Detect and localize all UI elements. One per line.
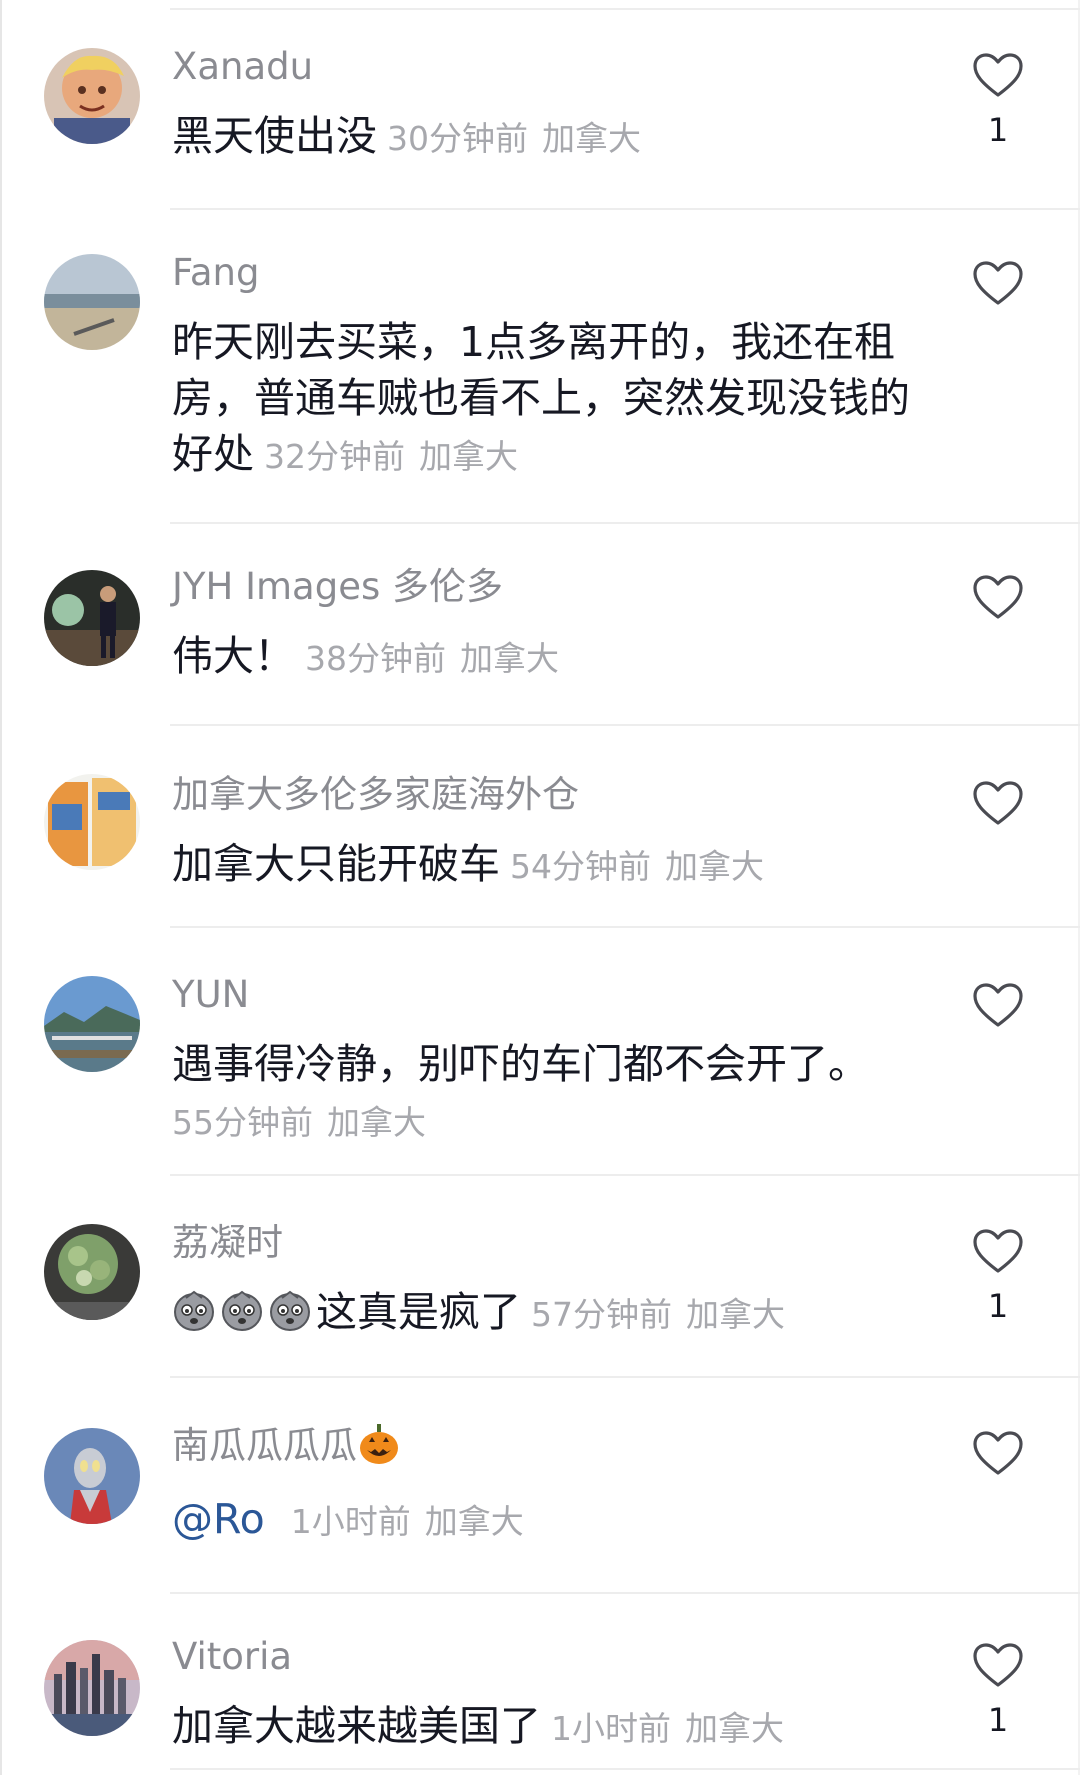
divider (170, 926, 1080, 928)
comment-content: 加拿大越来越美国了 (172, 1702, 541, 1750)
divider (170, 1376, 1080, 1378)
username[interactable]: 荔凝时 (172, 1220, 912, 1266)
comment-content: 加拿大只能开破车 (172, 840, 500, 888)
like-button[interactable]: 1 (968, 52, 1028, 148)
like-button[interactable]: 1 (968, 1642, 1028, 1738)
username[interactable]: 加拿大多伦多家庭海外仓 (172, 772, 912, 818)
like-count: 1 (987, 1701, 1009, 1739)
comment-time: 1小时前 (551, 1709, 671, 1748)
comment-time: 32分钟前 (264, 437, 405, 476)
like-button[interactable] (968, 982, 1028, 1042)
comment-content: 伟大！ (172, 632, 295, 680)
comment-text: 黑天使出没 30分钟前 加拿大 (172, 108, 912, 167)
comment-content: 这真是疯了 (316, 1288, 521, 1336)
comment-text: 昨天刚去买菜，1点多离开的，我还在租房，普通车贼也看不上，突然发现没钱的好处 32… (172, 314, 912, 485)
username[interactable]: Xanadu (172, 44, 912, 90)
city-avatar-icon[interactable] (44, 1640, 140, 1736)
comment-text: 遇事得冷静，别吓的车门都不会开了。 55分钟前 加拿大 (172, 1036, 912, 1151)
comment-time: 55分钟前 (172, 1103, 313, 1142)
comment-region: 加拿大 (419, 437, 518, 476)
divider (170, 1174, 1080, 1176)
harbor-avatar-icon[interactable] (44, 976, 140, 1072)
comment-region: 加拿大 (686, 1295, 785, 1334)
like-button[interactable] (968, 260, 1028, 320)
crying-face-emoji-icon (174, 1290, 214, 1331)
heart-icon (973, 1643, 1023, 1687)
comment-text: 加拿大只能开破车 54分钟前 加拿大 (172, 836, 912, 895)
comment-time: 30分钟前 (387, 119, 528, 158)
person-avatar-icon[interactable] (44, 570, 140, 666)
comment-region: 加拿大 (665, 847, 764, 886)
comment-text: 伟大！ 38分钟前 加拿大 (172, 628, 912, 687)
crying-face-emoji-icon (222, 1290, 262, 1331)
crying-face-emoji-icon (270, 1290, 310, 1331)
heart-icon (973, 261, 1023, 305)
like-button[interactable] (968, 1430, 1028, 1490)
anime-avatar-icon[interactable] (44, 48, 140, 144)
beach-avatar-icon[interactable] (44, 254, 140, 350)
like-count: 1 (987, 111, 1009, 149)
username[interactable]: 南瓜瓜瓜瓜 (172, 1422, 912, 1469)
divider (170, 1768, 1080, 1770)
like-button[interactable] (968, 780, 1028, 840)
mention-link[interactable]: @Ro (172, 1495, 265, 1543)
comment-region: 加拿大 (327, 1103, 426, 1142)
divider (170, 208, 1080, 210)
username[interactable]: JYH Images 多伦多 (172, 564, 912, 610)
username[interactable]: Vitoria (172, 1634, 912, 1680)
heart-icon (973, 1431, 1023, 1475)
comment-region: 加拿大 (685, 1709, 784, 1748)
divider (170, 8, 1080, 10)
bouquet-avatar-icon[interactable] (44, 1224, 140, 1320)
comment-region: 加拿大 (424, 1502, 524, 1541)
like-button[interactable] (968, 574, 1028, 634)
comment-time: 57分钟前 (531, 1295, 672, 1334)
comment-region: 加拿大 (460, 639, 559, 678)
products-avatar-icon[interactable] (44, 774, 140, 870)
comment-time: 1小时前 (290, 1502, 411, 1541)
username[interactable]: YUN (172, 972, 912, 1018)
divider (170, 522, 1080, 524)
comment-content: 黑天使出没 (172, 112, 377, 160)
comment-text: @Ro 1小时前 加拿大 (172, 1491, 912, 1550)
heart-icon (973, 781, 1023, 825)
comment-region: 加拿大 (542, 119, 641, 158)
comment-text: 这真是疯了 57分钟前 加拿大 (172, 1284, 912, 1343)
divider (170, 1592, 1080, 1594)
heart-icon (973, 575, 1023, 619)
username-text: 南瓜瓜瓜瓜 (172, 1424, 357, 1467)
heart-icon (973, 983, 1023, 1027)
like-button[interactable]: 1 (968, 1228, 1028, 1324)
username[interactable]: Fang (172, 250, 912, 296)
comment-time: 38分钟前 (305, 639, 446, 678)
hero-avatar-icon[interactable] (44, 1428, 140, 1524)
comment-text: 加拿大越来越美国了 1小时前 加拿大 (172, 1698, 912, 1757)
comment-content: 遇事得冷静，别吓的车门都不会开了。 (172, 1040, 869, 1088)
heart-icon (973, 53, 1023, 97)
heart-icon (973, 1229, 1023, 1273)
left-edge (0, 0, 2, 1775)
like-count: 1 (987, 1287, 1009, 1325)
divider (170, 724, 1080, 726)
comment-time: 54分钟前 (510, 847, 651, 886)
jack-o-lantern-icon (360, 1424, 398, 1464)
